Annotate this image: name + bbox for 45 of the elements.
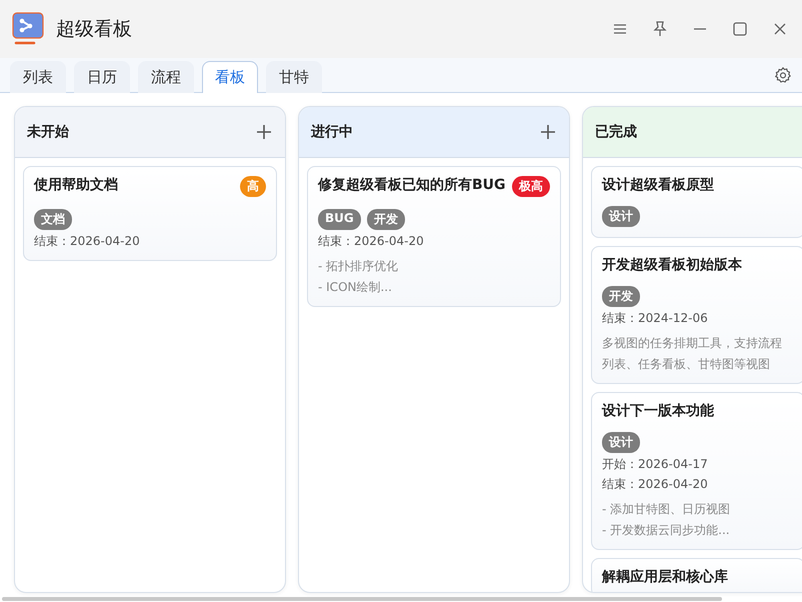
view-tab[interactable]: 日历 bbox=[74, 61, 130, 93]
column-title: 未开始 bbox=[27, 123, 69, 141]
app-logo-icon bbox=[12, 12, 46, 46]
card-date: 结束：2026-04-20 bbox=[34, 233, 141, 250]
card-title: 解耦应用层和核心库 bbox=[602, 568, 728, 586]
card-title: 开发超级看板初始版本 bbox=[602, 256, 742, 274]
column-title: 已完成 bbox=[595, 123, 637, 141]
card-date: 开始：2026-04-17 bbox=[602, 456, 709, 473]
priority-badge: 极高 bbox=[512, 176, 550, 197]
task-card[interactable]: 解耦应用层和核心库 bbox=[591, 558, 802, 592]
view-tab[interactable]: 流程 bbox=[138, 61, 194, 93]
window-title: 超级看板 bbox=[56, 17, 133, 42]
add-icon[interactable] bbox=[255, 123, 273, 141]
card-note: 列表、任务看板、甘特图等视图 bbox=[602, 356, 771, 373]
card-title: 使用帮助文档 bbox=[34, 176, 118, 194]
card-date: 结束：2026-04-20 bbox=[602, 476, 709, 493]
card-note: - 拓扑排序优化 bbox=[318, 258, 400, 275]
settings-icon[interactable] bbox=[774, 66, 792, 84]
view-tab[interactable]: 看板 bbox=[202, 61, 258, 93]
tag-badge: BUG bbox=[318, 209, 361, 230]
add-icon[interactable] bbox=[539, 123, 557, 141]
task-card[interactable]: 开发超级看板初始版本 开发 结束：2024-12-06 多视图的任务排期工具，支持流程 列表、任务看板、甘特图等视图 bbox=[591, 246, 802, 384]
tag-badge: 开发 bbox=[366, 209, 405, 230]
card-note: - 添加甘特图、日历视图 bbox=[602, 501, 732, 518]
card-note: 多视图的任务排期工具，支持流程 bbox=[602, 335, 783, 352]
view-tab[interactable]: 甘特 bbox=[266, 61, 322, 93]
card-title: 设计下一版本功能 bbox=[602, 402, 714, 420]
tag-badge: 文档 bbox=[34, 209, 72, 230]
tag-badge: 开发 bbox=[602, 286, 640, 307]
view-tab[interactable]: 列表 bbox=[10, 61, 66, 93]
scrollbar-thumb[interactable] bbox=[2, 597, 722, 601]
priority-badge: 高 bbox=[240, 176, 266, 197]
task-card[interactable]: 设计超级看板原型 设计 bbox=[591, 166, 802, 238]
tag-badge: 设计 bbox=[602, 432, 640, 453]
task-card[interactable]: 使用帮助文档 高 文档 结束：2026-04-20 bbox=[23, 166, 277, 261]
card-title: 设计超级看板原型 bbox=[602, 176, 714, 194]
tag-badge: 设计 bbox=[602, 206, 640, 227]
card-note: - ICON绘制... bbox=[318, 279, 393, 296]
column-title: 进行中 bbox=[311, 123, 353, 141]
task-card[interactable]: 修复超级看板已知的所有BUG 极高 BUG 开发 结束：2026-04-20 - 拓扑排序优化 - ICON绘制... bbox=[307, 166, 561, 307]
card-note: - 开发数据云同步功能... bbox=[602, 522, 731, 539]
card-title: 修复超级看板已知的所有BUG bbox=[318, 176, 506, 194]
task-card[interactable]: 设计下一版本功能 设计 开始：2026-04-17 结束：2026-04-20 - 添加甘特图、日历视图 - 开发数据云同步功能... bbox=[591, 392, 802, 550]
card-date: 结束：2026-04-20 bbox=[318, 233, 425, 250]
card-date: 结束：2024-12-06 bbox=[602, 310, 709, 327]
